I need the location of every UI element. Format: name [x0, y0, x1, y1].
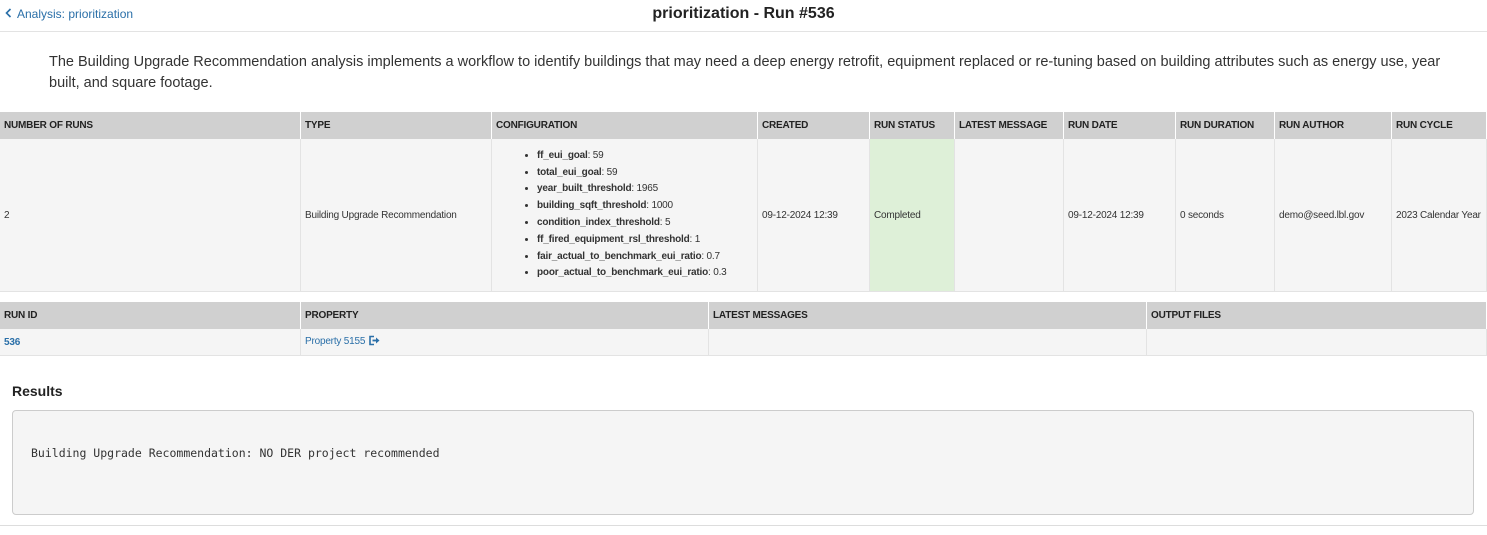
results-box: Building Upgrade Recommendation: NO DER …	[12, 410, 1474, 515]
run-author-cell: demo@seed.lbl.gov	[1274, 139, 1392, 292]
config-value: : 0.7	[701, 250, 720, 262]
runs-table: NUMBER OF RUNS TYPE CONFIGURATION CREATE…	[0, 112, 1487, 292]
config-value: : 0.3	[708, 267, 727, 279]
col-header-created[interactable]: CREATED	[757, 112, 870, 139]
col-header-output-files[interactable]: OUTPUT FILES	[1146, 302, 1487, 329]
config-key: condition_index_threshold	[537, 217, 660, 228]
type-cell: Building Upgrade Recommendation	[300, 139, 492, 292]
col-header-run-cycle[interactable]: RUN CYCLE	[1391, 112, 1487, 139]
config-item: total_eui_goal: 59	[537, 165, 757, 182]
created-cell: 09-12-2024 12:39	[757, 139, 870, 292]
config-key: building_sqft_threshold	[537, 200, 647, 212]
analysis-description: The Building Upgrade Recommendation anal…	[49, 54, 1441, 91]
config-item: building_sqft_threshold: 1000	[537, 198, 757, 215]
config-item: ff_fired_equipment_rsl_threshold: 1	[537, 232, 757, 249]
property-link[interactable]: Property 5155	[305, 336, 365, 347]
col-header-run-id[interactable]: RUN ID	[0, 302, 301, 329]
results-heading: Results	[12, 383, 63, 399]
config-key: total_eui_goal	[537, 166, 602, 178]
number-of-runs-cell: 2	[0, 139, 301, 292]
run-duration-cell: 0 seconds	[1175, 139, 1275, 292]
config-key: ff_fired_equipment_rsl_threshold	[537, 233, 690, 245]
config-value: : 59	[601, 166, 618, 178]
config-item: condition_index_threshold: 5	[537, 215, 757, 232]
config-value: : 1	[689, 233, 701, 245]
col-header-type[interactable]: TYPE	[300, 112, 492, 139]
runs-table-header-row: NUMBER OF RUNS TYPE CONFIGURATION CREATE…	[0, 112, 1487, 139]
col-header-latest-messages[interactable]: LATEST MESSAGES	[708, 302, 1147, 329]
page-title: prioritization - Run #536	[652, 5, 835, 22]
config-value: : 59	[587, 149, 604, 161]
col-header-property[interactable]: PROPERTY	[300, 302, 709, 329]
col-header-run-author[interactable]: RUN AUTHOR	[1274, 112, 1392, 139]
latest-messages-cell	[708, 329, 1147, 356]
run-id-link[interactable]: 536	[4, 337, 20, 348]
config-item: poor_actual_to_benchmark_eui_ratio: 0.3	[537, 265, 757, 282]
col-header-configuration[interactable]: CONFIGURATION	[491, 112, 758, 139]
run-status-cell: Completed	[869, 139, 955, 292]
configuration-list: ff_eui_goal: 59 total_eui_goal: 59 year_…	[492, 148, 757, 282]
config-item: year_built_threshold: 1965	[537, 181, 757, 198]
col-header-number-of-runs[interactable]: NUMBER OF RUNS	[0, 112, 301, 139]
details-table-header-row: RUN ID PROPERTY LATEST MESSAGES OUTPUT F…	[0, 302, 1487, 329]
external-link-icon[interactable]	[368, 335, 381, 349]
col-header-run-duration[interactable]: RUN DURATION	[1175, 112, 1275, 139]
property-cell: Property 5155	[300, 329, 709, 356]
config-key: ff_eui_goal	[537, 149, 588, 161]
run-details-table: RUN ID PROPERTY LATEST MESSAGES OUTPUT F…	[0, 302, 1487, 356]
config-value: : 1965	[631, 183, 658, 195]
run-date-cell: 09-12-2024 12:39	[1063, 139, 1176, 292]
run-id-cell: 536	[0, 329, 301, 356]
results-text: Building Upgrade Recommendation: NO DER …	[31, 446, 440, 460]
config-item: ff_eui_goal: 59	[537, 148, 757, 165]
config-item: fair_actual_to_benchmark_eui_ratio: 0.7	[537, 249, 757, 266]
col-header-run-status[interactable]: RUN STATUS	[869, 112, 955, 139]
output-files-cell	[1146, 329, 1487, 356]
table-row: 536 Property 5155	[0, 329, 1487, 356]
config-value: : 5	[659, 217, 671, 228]
config-key: poor_actual_to_benchmark_eui_ratio	[537, 267, 709, 279]
config-value: : 1000	[646, 200, 673, 212]
config-key: fair_actual_to_benchmark_eui_ratio	[537, 250, 702, 262]
configuration-cell: ff_eui_goal: 59 total_eui_goal: 59 year_…	[491, 139, 758, 292]
col-header-latest-message[interactable]: LATEST MESSAGE	[954, 112, 1064, 139]
col-header-run-date[interactable]: RUN DATE	[1063, 112, 1176, 139]
latest-message-cell	[954, 139, 1064, 292]
config-key: year_built_threshold	[537, 183, 632, 195]
table-row: 2 Building Upgrade Recommendation ff_eui…	[0, 139, 1487, 292]
run-cycle-cell: 2023 Calendar Year	[1391, 139, 1487, 292]
top-bar: Analysis: prioritization prioritization …	[0, 0, 1487, 32]
bottom-divider	[0, 525, 1487, 526]
